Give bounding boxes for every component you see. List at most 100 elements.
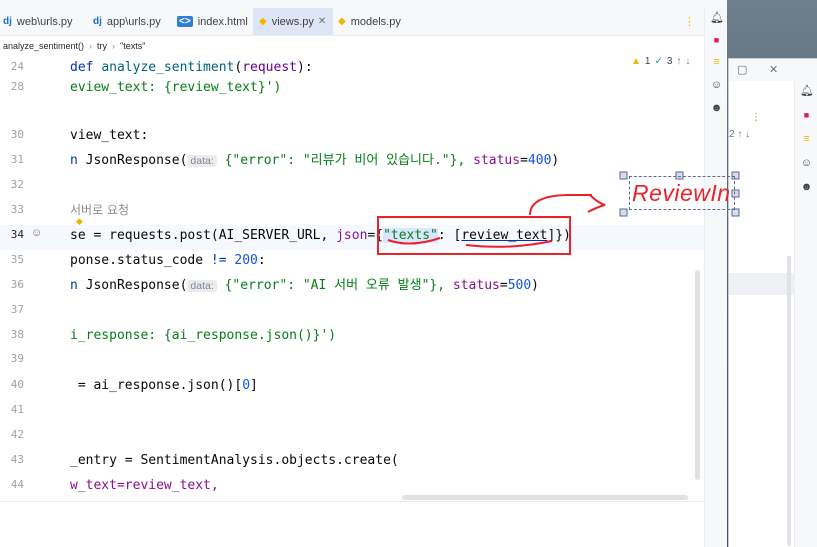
line-number: 40 <box>10 378 24 391</box>
code-token: != <box>210 253 235 268</box>
tab-web-urls[interactable]: dj web\urls.py <box>0 8 88 35</box>
line-number: 44 <box>10 478 24 491</box>
code-token: {"error": "AI 서버 오류 발생"}, <box>216 278 453 293</box>
ai-assistant-icon[interactable]: ☻ <box>710 102 723 115</box>
next-problem-icon[interactable]: ↓ <box>685 56 690 67</box>
more-tabs-icon[interactable]: ⋮ <box>684 15 695 28</box>
code-token: review_text <box>461 228 548 243</box>
code-token: JsonResponse( <box>85 153 188 168</box>
breadcrumb-item[interactable]: try <box>97 41 107 51</box>
code-token: _entry = SentimentAnalysis.objects.creat… <box>70 453 399 468</box>
line-number: 30 <box>10 128 24 141</box>
background-tool-strip: 🔔︎ ■ ≡ ☺ ☻ <box>795 81 817 547</box>
code-token: ] <box>250 378 258 393</box>
tab-label: models.py <box>350 15 401 28</box>
ai-hint-icon[interactable]: ☺ <box>31 227 42 239</box>
ai-assistant-icon[interactable]: ☻ <box>800 181 813 194</box>
code-editor[interactable]: 24 28 30 31 32 33 34 ☺ 35 36 37 38 39 40… <box>0 55 704 501</box>
line-number: 41 <box>10 403 24 416</box>
code-line-28: eview_text: {review_text}') <box>70 75 281 100</box>
chevron-right-icon: › <box>89 40 93 51</box>
code-token: "texts" <box>383 228 438 243</box>
inspection-indicator: 2 ↑ ↓ <box>729 129 751 140</box>
line-number: 39 <box>10 352 24 365</box>
parameter-hint: data: <box>187 155 217 167</box>
django-icon: dj <box>93 16 102 27</box>
tab-views-py[interactable]: ◆ views.py ✕ <box>253 8 333 35</box>
code-token: 0 <box>242 378 251 393</box>
database-icon[interactable]: ≡ <box>710 56 723 69</box>
line-number: 31 <box>10 153 24 166</box>
code-token: view_text: <box>70 128 149 143</box>
background-ide-window: ▢ ✕ ⋮ 2 ↑ ↓ 🔔︎ ■ ≡ ☺ ☻ <box>728 58 817 547</box>
breadcrumb-item[interactable]: analyze_sentiment() <box>3 41 84 51</box>
plugin-icon[interactable]: ■ <box>800 109 813 122</box>
right-tool-strip: 🔔︎ ■ ≡ ☺ ☻ <box>704 8 727 547</box>
plugin-icon[interactable]: ■ <box>710 34 723 47</box>
vertical-scrollbar[interactable] <box>695 270 700 480</box>
code-token: n <box>70 278 86 293</box>
code-token: se = requests.post(AI_SERVER_URL, <box>70 228 337 243</box>
line-number: 43 <box>10 453 24 466</box>
code-token: : <box>257 253 266 268</box>
tab-index-html[interactable]: <> index.html <box>174 8 254 35</box>
code-token: json <box>336 228 368 243</box>
close-tab-icon[interactable]: ✕ <box>318 16 326 27</box>
line-number: 36 <box>10 278 24 291</box>
line-number-gutter: 24 28 30 31 32 33 34 ☺ 35 36 37 38 39 40… <box>0 55 60 501</box>
bottom-panel <box>0 501 704 547</box>
code-line-36: n JsonResponse(data: {"error": "AI 서버 오류… <box>70 278 539 293</box>
code-token: status <box>452 278 500 293</box>
code-line-31: n JsonResponse(data: {"error": "리뷰가 비어 있… <box>70 153 560 168</box>
annotation-text[interactable]: ReviewIn <box>629 176 735 210</box>
breadcrumb-item[interactable]: "texts" <box>120 41 145 51</box>
background-editor: ⋮ 2 ↑ ↓ <box>729 81 795 547</box>
parameter-hint: data: <box>187 280 217 292</box>
tab-label: views.py <box>271 15 314 28</box>
line-number: 28 <box>10 80 24 93</box>
line-number: 34 <box>10 228 24 241</box>
code-token: def <box>70 60 102 75</box>
line-number: 32 <box>10 178 24 191</box>
copilot-icon[interactable]: ☺ <box>800 157 813 170</box>
html-file-icon: <> <box>177 16 193 27</box>
code-token: ={ <box>367 228 384 243</box>
tab-app-urls[interactable]: dj app\urls.py <box>90 8 172 35</box>
typo-count: 3 <box>666 56 673 67</box>
background-window-titlebar: ▢ ✕ <box>729 59 817 81</box>
close-icon[interactable]: ✕ <box>769 63 778 76</box>
code-area[interactable]: def analyze_sentiment(request): eview_te… <box>70 55 700 501</box>
scrollbar[interactable] <box>787 256 791 546</box>
editor-tab-bar: dj web\urls.py dj app\urls.py <> index.h… <box>0 8 704 36</box>
notifications-icon[interactable]: 🔔︎ <box>710 12 724 25</box>
tab-models-py[interactable]: ◆ models.py <box>335 8 415 35</box>
horizontal-scrollbar[interactable] <box>402 495 688 500</box>
previous-problem-icon[interactable]: ↑ <box>676 56 681 67</box>
code-token: w_text=review_text, <box>70 478 219 493</box>
python-file-icon: ◆ <box>259 16 267 27</box>
typo-icon: ✓ <box>654 56 663 67</box>
restore-icon[interactable]: ▢ <box>737 63 747 76</box>
copilot-icon[interactable]: ☺ <box>710 79 723 92</box>
code-line-35: ponse.status_code != 200: <box>70 248 266 273</box>
code-token: 400 <box>527 153 552 168</box>
tab-label: app\urls.py <box>106 15 161 28</box>
django-icon: dj <box>3 16 12 27</box>
code-token: eview_text: {review_text}') <box>70 80 282 95</box>
line-number: 42 <box>10 428 24 441</box>
code-token: : [ <box>437 228 462 243</box>
line-number: 33 <box>10 203 24 216</box>
warning-icon: ▲ <box>631 56 641 67</box>
code-token: status <box>473 153 521 168</box>
chevron-right-icon: › <box>112 40 116 51</box>
more-icon: ⋮ <box>751 112 761 123</box>
code-line-40: = ai_response.json()[0] <box>70 373 258 398</box>
code-token: ponse.status_code <box>70 253 211 268</box>
notifications-icon[interactable]: 🔔︎ <box>800 85 814 98</box>
code-line-44: w_text=review_text, <box>70 473 219 498</box>
inspection-widget[interactable]: ▲ 1 ✓ 3 ↑ ↓ <box>631 56 690 67</box>
ide-window: dj web\urls.py dj app\urls.py <> index.h… <box>0 0 727 547</box>
line-number: 37 <box>10 303 24 316</box>
database-icon[interactable]: ≡ <box>800 133 813 146</box>
code-token: 200 <box>234 253 258 268</box>
